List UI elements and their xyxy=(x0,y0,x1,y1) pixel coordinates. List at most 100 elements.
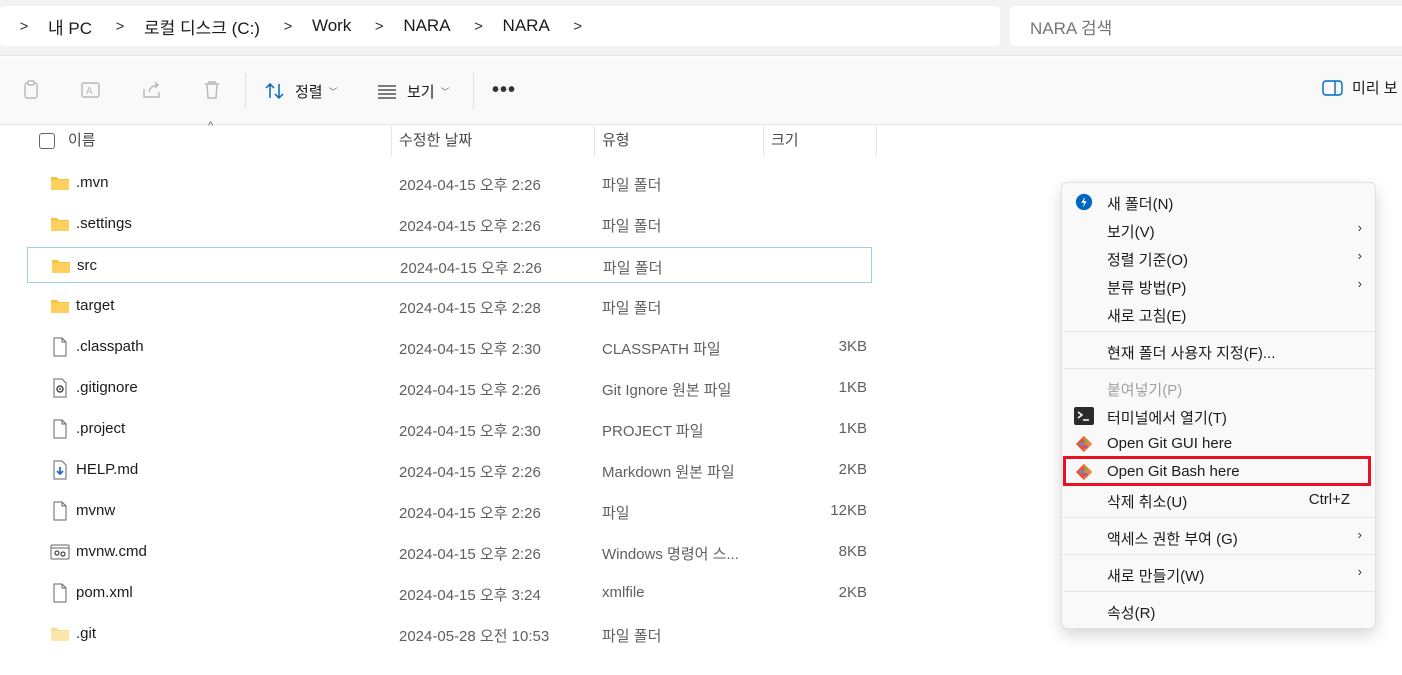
menu-item-open-terminal[interactable]: 터미널에서 열기(T) xyxy=(1067,402,1372,430)
file-row[interactable]: .mvn 2024-04-15 오후 2:26 파일 폴더 xyxy=(27,165,872,201)
more-options-button[interactable]: ••• xyxy=(492,79,516,102)
chevron-right-icon[interactable]: > xyxy=(369,18,389,35)
delete-icon[interactable] xyxy=(201,79,223,101)
file-icon xyxy=(53,337,67,357)
address-bar[interactable]: > 내 PC > 로컬 디스크 (C:) > Work > NARA > NARA > xyxy=(0,6,1000,46)
file-date: 2024-05-28 오전 10:53 xyxy=(399,628,550,645)
file-size: 2KB xyxy=(838,461,867,478)
search-input[interactable]: NARA 검색 xyxy=(1010,6,1402,46)
sort-button[interactable]: 정렬 ﹀ xyxy=(264,77,338,105)
chevron-right-icon[interactable]: > xyxy=(568,18,588,35)
menu-label: 새로 고침(E) xyxy=(1107,308,1187,325)
settings-file-icon xyxy=(53,378,67,398)
column-date[interactable]: 수정한 날짜 xyxy=(391,126,472,156)
menu-item-sort-by[interactable]: 정렬 기준(O) › xyxy=(1067,244,1372,272)
file-row[interactable]: pom.xml 2024-04-15 오후 3:24 xmlfile 2KB xyxy=(27,575,872,611)
submenu-arrow-icon: › xyxy=(1357,527,1362,542)
column-size[interactable]: 크기 xyxy=(763,126,799,156)
menu-item-undo-delete[interactable]: 삭제 취소(U) Ctrl+Z xyxy=(1067,486,1372,514)
column-type[interactable]: 유형 xyxy=(594,126,630,156)
file-type: 파일 xyxy=(602,505,630,522)
chevron-right-icon[interactable]: > xyxy=(14,18,34,35)
file-row[interactable]: mvnw 2024-04-15 오후 2:26 파일 12KB xyxy=(27,493,872,529)
file-type: PROJECT 파일 xyxy=(602,423,704,440)
file-icon xyxy=(53,419,67,439)
file-row[interactable]: target 2024-04-15 오후 2:28 파일 폴더 xyxy=(27,288,872,324)
menu-label: 보기(V) xyxy=(1107,224,1155,241)
menu-label: 액세스 권한 부여 (G) xyxy=(1107,531,1238,548)
file-date: 2024-04-15 오후 2:30 xyxy=(399,341,541,358)
folder-icon xyxy=(52,260,70,273)
file-type: 파일 폴더 xyxy=(602,628,662,645)
copy-icon[interactable] xyxy=(21,79,43,101)
breadcrumb-item[interactable]: > NARA xyxy=(369,16,468,36)
file-row[interactable]: mvnw.cmd 2024-04-15 오후 2:26 Windows 명령어 … xyxy=(27,534,872,570)
view-lines-icon xyxy=(378,85,396,99)
chevron-right-icon[interactable]: > xyxy=(469,18,489,35)
file-date: 2024-04-15 오후 2:26 xyxy=(400,260,542,277)
terminal-icon xyxy=(1074,407,1094,425)
file-date: 2024-04-15 오후 2:26 xyxy=(399,505,541,522)
menu-item-open-git-gui[interactable]: Open Git GUI here xyxy=(1067,430,1372,458)
breadcrumb-label[interactable]: Work xyxy=(312,16,351,36)
column-divider[interactable] xyxy=(876,126,877,156)
menu-item-new[interactable]: 새로 만들기(W) › xyxy=(1067,560,1372,588)
menu-item-group-by[interactable]: 분류 방법(P) › xyxy=(1067,272,1372,300)
menu-divider xyxy=(1063,517,1376,518)
preview-pane-icon xyxy=(1322,79,1343,96)
markdown-file-icon xyxy=(53,460,67,480)
annotation-highlight-box xyxy=(1063,456,1371,486)
preview-pane-button[interactable]: 미리 보 xyxy=(1322,77,1398,98)
breadcrumb-label[interactable]: 내 PC xyxy=(48,14,92,39)
menu-item-view[interactable]: 보기(V) › xyxy=(1067,216,1372,244)
chevron-right-icon[interactable]: > xyxy=(278,18,298,35)
rename-icon[interactable]: A xyxy=(80,79,102,101)
select-all-checkbox[interactable] xyxy=(39,133,55,149)
breadcrumb-label[interactable]: NARA xyxy=(503,16,550,36)
file-row[interactable]: .settings 2024-04-15 오후 2:26 파일 폴더 xyxy=(27,206,872,242)
breadcrumb-label[interactable]: NARA xyxy=(403,16,450,36)
folder-icon xyxy=(51,177,69,190)
file-date: 2024-04-15 오후 2:26 xyxy=(399,464,541,481)
file-row[interactable]: .gitignore 2024-04-15 오후 2:26 Git Ignore… xyxy=(27,370,872,406)
chevron-down-icon: ﹀ xyxy=(440,86,450,97)
breadcrumb-item[interactable]: > 내 PC xyxy=(14,14,110,39)
sort-label: 정렬 xyxy=(295,83,323,101)
file-row[interactable]: .project 2024-04-15 오후 2:30 PROJECT 파일 1… xyxy=(27,411,872,447)
breadcrumb-item[interactable]: > xyxy=(568,18,602,35)
chevron-down-icon: ﹀ xyxy=(328,86,338,97)
breadcrumb-item[interactable]: > Work xyxy=(278,16,369,36)
menu-item-customize-folder[interactable]: 현재 폴더 사용자 지정(F)... xyxy=(1067,337,1372,365)
file-row[interactable]: .git 2024-05-28 오전 10:53 파일 폴더 xyxy=(27,616,872,652)
file-date: 2024-04-15 오후 2:28 xyxy=(399,300,541,317)
file-row[interactable]: .classpath 2024-04-15 오후 2:30 CLASSPATH … xyxy=(27,329,872,365)
menu-label: Open Git GUI here xyxy=(1107,435,1233,452)
column-name[interactable]: 이름 xyxy=(60,126,96,156)
menu-item-properties[interactable]: 속성(R) xyxy=(1067,597,1372,625)
breadcrumb-item[interactable]: > NARA xyxy=(469,16,568,36)
view-button[interactable]: 보기 ﹀ xyxy=(376,77,450,105)
file-row-focused[interactable]: src 2024-04-15 오후 2:26 파일 폴더 xyxy=(27,247,872,283)
breadcrumb-item[interactable]: > 로컬 디스크 (C:) xyxy=(110,14,278,39)
menu-item-new-folder[interactable]: 새 폴더(N) xyxy=(1067,188,1372,216)
file-name: .classpath xyxy=(76,338,144,355)
file-date: 2024-04-15 오후 3:24 xyxy=(399,587,541,604)
menu-divider xyxy=(1063,554,1376,555)
hidden-folder-icon xyxy=(51,628,69,641)
menu-item-refresh[interactable]: 새로 고침(E) xyxy=(1067,300,1372,328)
file-icon xyxy=(53,583,67,603)
file-type: 파일 폴더 xyxy=(602,218,662,235)
file-name: mvnw xyxy=(76,502,116,519)
file-type: xmlfile xyxy=(602,584,645,601)
menu-item-give-access[interactable]: 액세스 권한 부여 (G) › xyxy=(1067,523,1372,551)
file-type: Windows 명령어 스... xyxy=(602,546,739,563)
file-size: 1KB xyxy=(838,420,867,437)
file-name: .gitignore xyxy=(76,379,138,396)
chevron-right-icon[interactable]: > xyxy=(110,18,130,35)
file-row[interactable]: HELP.md 2024-04-15 오후 2:26 Markdown 원본 파… xyxy=(27,452,872,488)
breadcrumb-label[interactable]: 로컬 디스크 (C:) xyxy=(144,14,260,39)
file-size: 3KB xyxy=(838,338,867,355)
share-icon[interactable] xyxy=(141,79,163,101)
menu-label: 분류 방법(P) xyxy=(1107,280,1187,297)
menu-label: 터미널에서 열기(T) xyxy=(1107,410,1227,427)
